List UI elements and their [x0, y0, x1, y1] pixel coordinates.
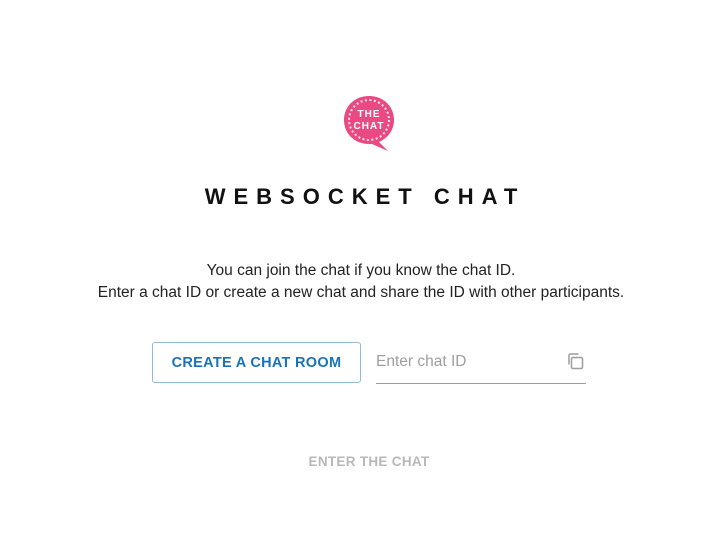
page-title: WEBSOCKET CHAT [204, 184, 526, 209]
enter-chat-button[interactable]: ENTER THE CHAT [295, 448, 443, 474]
chat-id-field [376, 342, 586, 384]
app-logo: THE CHAT [342, 94, 396, 152]
chat-bubble-logo-icon: THE CHAT [344, 96, 394, 151]
create-chat-room-button[interactable]: CREATE A CHAT ROOM [152, 342, 361, 383]
description-line-1: You can join the chat if you know the ch… [206, 262, 516, 279]
description: You can join the chat if you know the ch… [0, 260, 722, 304]
logo-text-line1: THE [358, 109, 381, 120]
description-line-2: Enter a chat ID or create a new chat and… [97, 284, 625, 301]
chat-id-input[interactable] [376, 351, 556, 373]
logo-text-line2: CHAT [353, 121, 384, 132]
copy-icon[interactable] [566, 352, 584, 370]
